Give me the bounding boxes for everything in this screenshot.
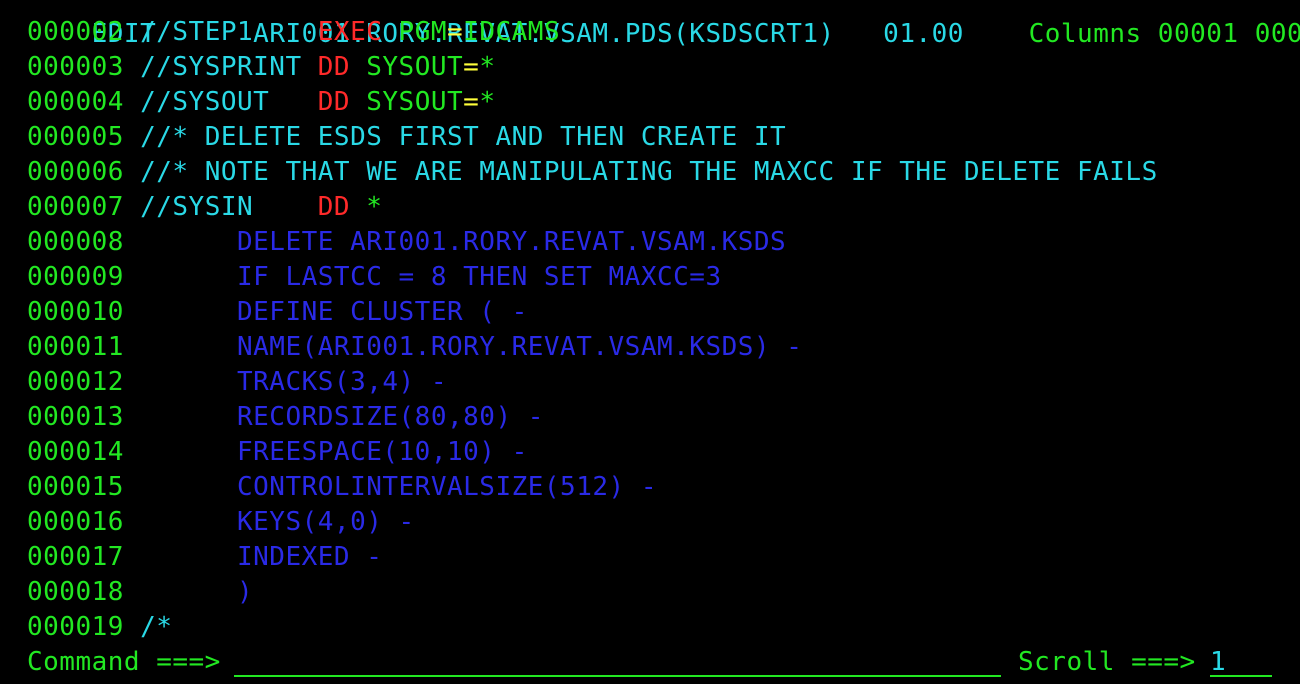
line-number[interactable]: 000007 xyxy=(27,192,124,222)
source-line[interactable]: 000007 //SYSIN DD * xyxy=(27,190,382,225)
line-text-segment[interactable]: * xyxy=(350,192,382,222)
line-text-segment[interactable]: * xyxy=(479,87,495,117)
ispf-edit-screen: EDIT ARI001.RORY.REVAT.VSAM.PDS(KSDSCRT1… xyxy=(27,0,1300,684)
scroll-label: Scroll ===> xyxy=(1018,647,1196,677)
line-number[interactable]: 000011 xyxy=(27,332,124,362)
source-line[interactable]: 000013 RECORDSIZE(80,80) - xyxy=(27,400,544,435)
line-number[interactable]: 000004 xyxy=(27,87,124,117)
line-number[interactable]: 000015 xyxy=(27,472,124,502)
line-number[interactable]: 000005 xyxy=(27,122,124,152)
line-number[interactable]: 000016 xyxy=(27,507,124,537)
line-number[interactable]: 000003 xyxy=(27,52,124,82)
line-text-segment[interactable]: = xyxy=(447,17,463,47)
source-line[interactable]: 000017 INDEXED - xyxy=(27,540,382,575)
line-number[interactable]: 000017 xyxy=(27,542,124,572)
line-text-segment[interactable]: IF LASTCC = 8 THEN SET MAXCC=3 xyxy=(124,262,722,292)
line-text-segment[interactable]: DD xyxy=(318,52,350,82)
line-text-segment[interactable]: TRACKS(3,4) - xyxy=(124,367,447,397)
source-line[interactable]: 000004 //SYSOUT DD SYSOUT=* xyxy=(27,85,495,120)
line-number[interactable]: 000002 xyxy=(27,17,124,47)
source-line[interactable]: 000011 NAME(ARI001.RORY.REVAT.VSAM.KSDS)… xyxy=(27,330,802,365)
member-level: 01.00 xyxy=(883,19,964,49)
line-number[interactable]: 000006 xyxy=(27,157,124,187)
line-text-segment[interactable]: NAME(ARI001.RORY.REVAT.VSAM.KSDS) - xyxy=(124,332,802,362)
line-number[interactable]: 000012 xyxy=(27,367,124,397)
line-text-segment[interactable]: * xyxy=(479,52,495,82)
line-number[interactable]: 000014 xyxy=(27,437,124,467)
line-text-segment[interactable]: //STEP1 xyxy=(124,17,318,47)
line-text-segment[interactable]: //SYSOUT xyxy=(124,87,318,117)
source-line[interactable]: 000005 //* DELETE ESDS FIRST AND THEN CR… xyxy=(27,120,786,155)
line-text-segment[interactable]: DD xyxy=(318,87,350,117)
source-line[interactable]: 000006 //* NOTE THAT WE ARE MANIPULATING… xyxy=(27,155,1158,190)
line-text-segment[interactable]: CONTROLINTERVALSIZE(512) - xyxy=(124,472,657,502)
line-text-segment[interactable]: IDCAMS xyxy=(463,17,560,47)
source-line[interactable]: 000016 KEYS(4,0) - xyxy=(27,505,415,540)
source-line[interactable]: 000002 //STEP1 EXEC PGM=IDCAMS xyxy=(27,15,560,50)
line-number[interactable]: 000013 xyxy=(27,402,124,432)
source-line[interactable]: 000010 DEFINE CLUSTER ( - xyxy=(27,295,528,330)
line-text-segment[interactable]: //SYSPRINT xyxy=(124,52,318,82)
source-line[interactable]: 000012 TRACKS(3,4) - xyxy=(27,365,447,400)
line-number[interactable]: 000009 xyxy=(27,262,124,292)
line-text-segment[interactable]: DELETE ARI001.RORY.REVAT.VSAM.KSDS xyxy=(124,227,786,257)
line-text-segment[interactable]: //SYSIN xyxy=(124,192,318,222)
source-line[interactable]: 000009 IF LASTCC = 8 THEN SET MAXCC=3 xyxy=(27,260,722,295)
line-text-segment[interactable]: SYSOUT xyxy=(350,52,463,82)
line-text-segment[interactable]: ) xyxy=(124,577,253,607)
line-number[interactable]: 000018 xyxy=(27,577,124,607)
source-line[interactable]: 000019 /* xyxy=(27,610,172,645)
source-line[interactable]: 000018 ) xyxy=(27,575,253,610)
line-number[interactable]: 000010 xyxy=(27,297,124,327)
source-line[interactable]: 000003 //SYSPRINT DD SYSOUT=* xyxy=(27,50,495,85)
line-text-segment[interactable]: //* NOTE THAT WE ARE MANIPULATING THE MA… xyxy=(124,157,1158,187)
line-text-segment[interactable]: RECORDSIZE(80,80) - xyxy=(124,402,544,432)
command-bar: Command ===> Scroll ===> xyxy=(27,645,1300,680)
line-text-segment[interactable]: = xyxy=(463,87,479,117)
line-text-segment[interactable]: FREESPACE(10,10) - xyxy=(124,437,528,467)
source-line[interactable]: 000014 FREESPACE(10,10) - xyxy=(27,435,528,470)
line-text-segment[interactable]: //* DELETE ESDS FIRST AND THEN CREATE IT xyxy=(124,122,786,152)
line-text-segment[interactable]: = xyxy=(463,52,479,82)
source-line[interactable]: 000015 CONTROLINTERVALSIZE(512) - xyxy=(27,470,657,505)
command-input[interactable] xyxy=(234,649,1001,677)
line-text-segment[interactable]: PGM xyxy=(382,17,447,47)
line-text-segment[interactable]: EXEC xyxy=(318,17,383,47)
command-label: Command ===> xyxy=(27,647,221,677)
line-text-segment[interactable]: DD xyxy=(318,192,350,222)
columns-indicator: Columns 00001 00072 xyxy=(1028,19,1300,49)
source-line[interactable]: 000008 DELETE ARI001.RORY.REVAT.VSAM.KSD… xyxy=(27,225,786,260)
line-text-segment[interactable]: KEYS(4,0) - xyxy=(124,507,415,537)
line-text-segment[interactable]: INDEXED - xyxy=(124,542,382,572)
scroll-amount-input[interactable] xyxy=(1210,649,1272,677)
line-text-segment[interactable]: SYSOUT xyxy=(350,87,463,117)
line-number[interactable]: 000019 xyxy=(27,612,124,642)
line-text-segment[interactable]: DEFINE CLUSTER ( - xyxy=(124,297,528,327)
line-number[interactable]: 000008 xyxy=(27,227,124,257)
line-text-segment[interactable]: /* xyxy=(124,612,172,642)
